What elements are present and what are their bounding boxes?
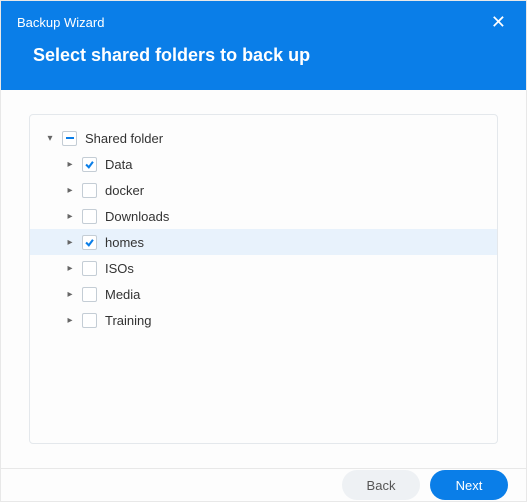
footer: Back Next: [1, 468, 526, 501]
tree-root-row[interactable]: ▾ Shared folder: [30, 125, 497, 151]
tree-item-label: Training: [105, 313, 151, 328]
folder-tree: ▾ Shared folder ▸ Data ▸ docker ▸ Downloads ▸ h…: [29, 114, 498, 444]
tree-item-label: Media: [105, 287, 140, 302]
tree-item[interactable]: ▸ Data: [30, 151, 497, 177]
chevron-right-icon[interactable]: ▸: [64, 315, 76, 326]
checkbox[interactable]: [82, 157, 97, 172]
tree-item[interactable]: ▸ docker: [30, 177, 497, 203]
chevron-right-icon[interactable]: ▸: [64, 159, 76, 170]
checkbox-root[interactable]: [62, 131, 77, 146]
chevron-right-icon[interactable]: ▸: [64, 211, 76, 222]
tree-root-label: Shared folder: [85, 131, 163, 146]
tree-item[interactable]: ▸ Media: [30, 281, 497, 307]
checkbox[interactable]: [82, 235, 97, 250]
tree-item-label: docker: [105, 183, 144, 198]
checkbox[interactable]: [82, 209, 97, 224]
content-area: ▾ Shared folder ▸ Data ▸ docker ▸ Downloads ▸ h…: [1, 90, 526, 468]
tree-item-label: Downloads: [105, 209, 169, 224]
checkbox[interactable]: [82, 287, 97, 302]
chevron-right-icon[interactable]: ▸: [64, 237, 76, 248]
tree-item-label: ISOs: [105, 261, 134, 276]
tree-item-label: Data: [105, 157, 132, 172]
window-title: Backup Wizard: [17, 15, 104, 30]
tree-item[interactable]: ▸ homes: [30, 229, 497, 255]
chevron-right-icon[interactable]: ▸: [64, 185, 76, 196]
close-icon[interactable]: ✕: [487, 11, 510, 33]
checkbox[interactable]: [82, 183, 97, 198]
tree-item[interactable]: ▸ Downloads: [30, 203, 497, 229]
checkbox[interactable]: [82, 313, 97, 328]
next-button[interactable]: Next: [430, 470, 508, 500]
checkbox[interactable]: [82, 261, 97, 276]
chevron-right-icon[interactable]: ▸: [64, 263, 76, 274]
back-button[interactable]: Back: [342, 470, 420, 500]
page-heading: Select shared folders to back up: [17, 33, 510, 70]
chevron-down-icon[interactable]: ▾: [44, 133, 56, 144]
chevron-right-icon[interactable]: ▸: [64, 289, 76, 300]
tree-item[interactable]: ▸ ISOs: [30, 255, 497, 281]
tree-item-label: homes: [105, 235, 144, 250]
tree-item[interactable]: ▸ Training: [30, 307, 497, 333]
